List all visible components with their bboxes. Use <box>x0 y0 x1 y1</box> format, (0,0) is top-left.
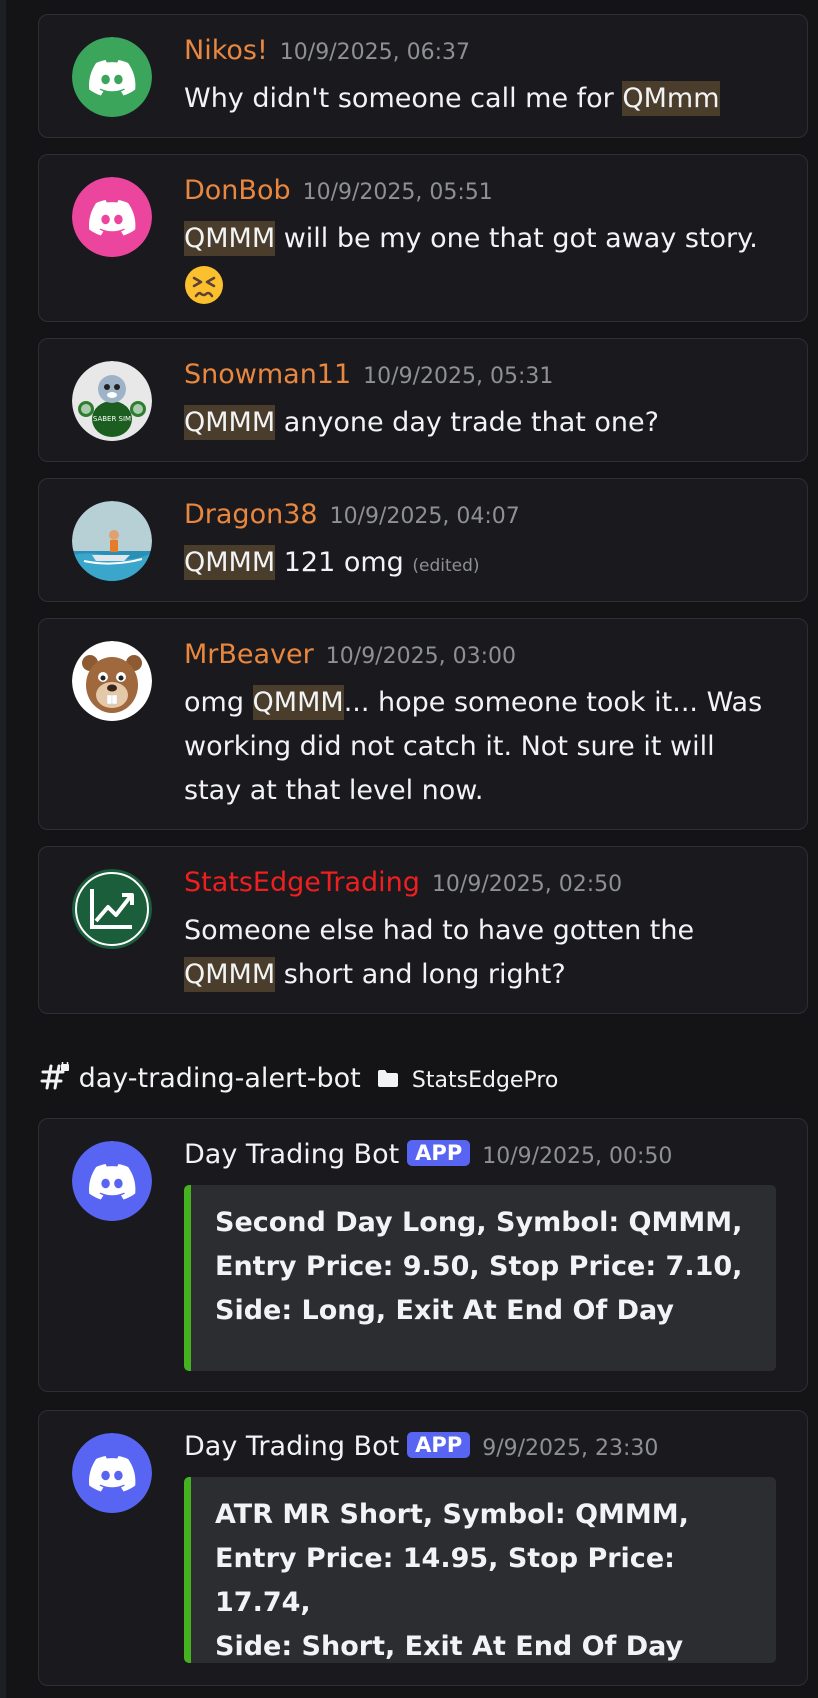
timestamp: 10/9/2025, 03:00 <box>325 644 516 669</box>
avatar[interactable]: SABER SIM <box>72 361 152 441</box>
beaver-avatar-icon <box>72 641 152 721</box>
mascot-avatar-icon: SABER SIM <box>72 361 152 441</box>
author-name[interactable]: Dragon38 <box>184 499 318 530</box>
message-text: Someone else had to have gotten the <box>184 915 695 946</box>
folder-icon <box>377 1065 399 1096</box>
message-text: short and long right? <box>275 959 566 990</box>
message-header: Dragon38 10/9/2025, 04:07 <box>184 499 520 530</box>
embed-line: Side: Short, Exit At End Of Day <box>215 1631 684 1662</box>
message-card[interactable]: Day Trading Bot APP 10/9/2025, 00:50 Secon… <box>38 1118 808 1392</box>
search-highlight: QMMM <box>184 405 276 440</box>
message-content: QMMM anyone day trade that one? <box>184 401 783 445</box>
discord-logo-icon <box>72 1141 152 1221</box>
message-text: 121 omg <box>275 547 413 578</box>
message-card[interactable]: DonBob 10/9/2025, 05:51 QMMM will be my o… <box>38 154 808 322</box>
avatar[interactable] <box>72 37 152 117</box>
message-header: StatsEdgeTrading 10/9/2025, 02:50 <box>184 867 622 898</box>
author-name[interactable]: Day Trading Bot <box>184 1139 399 1170</box>
message-header: Day Trading Bot APP 9/9/2025, 23:30 <box>184 1431 658 1462</box>
message-header: MrBeaver 10/9/2025, 03:00 <box>184 639 516 670</box>
timestamp: 9/9/2025, 23:30 <box>482 1436 659 1461</box>
message-text: ... hope someone took it... Was <box>343 687 763 718</box>
message-card[interactable]: MrBeaver 10/9/2025, 03:00 omg QMMM... hop… <box>38 618 808 830</box>
author-name[interactable]: Snowman11 <box>184 359 351 390</box>
app-badge: APP <box>407 1140 471 1166</box>
message-content: Someone else had to have gotten the QMMM … <box>184 909 783 997</box>
embed-line: Entry Price: 9.50, Stop Price: 7.10, <box>215 1251 743 1282</box>
search-highlight: QMMM <box>184 545 276 580</box>
message-header: DonBob 10/9/2025, 05:51 <box>184 175 493 206</box>
message-text: anyone day trade that one? <box>275 407 659 438</box>
jetski-avatar-icon <box>72 501 152 581</box>
message-text: omg <box>184 687 253 718</box>
timestamp: 10/9/2025, 02:50 <box>431 872 623 897</box>
discord-logo-icon <box>72 1433 152 1513</box>
trend-chart-icon <box>72 869 152 949</box>
message-header: Snowman11 10/9/2025, 05:31 <box>184 359 553 390</box>
channel-header[interactable]: day-trading-alert-bot StatsEdgePro <box>40 1059 558 1097</box>
embed-line: Entry Price: 14.95, Stop Price: 17.74, <box>215 1543 675 1618</box>
message-content: Why didn't someone call me for QMmm <box>184 77 783 121</box>
timestamp: 10/9/2025, 06:37 <box>279 40 470 65</box>
author-name[interactable]: Nikos! <box>184 35 268 66</box>
message-card[interactable]: StatsEdgeTrading 10/9/2025, 02:50 Someone… <box>38 846 808 1014</box>
author-name[interactable]: DonBob <box>184 175 291 206</box>
message-content: QMMM 121 omg (edited) <box>184 541 783 588</box>
timestamp: 10/9/2025, 05:51 <box>302 180 493 205</box>
search-highlight: QMMM <box>184 957 276 992</box>
avatar-text: SABER SIM <box>93 415 131 423</box>
author-name[interactable]: Day Trading Bot <box>184 1431 399 1462</box>
timestamp: 10/9/2025, 05:31 <box>363 364 554 389</box>
channel-name[interactable]: day-trading-alert-bot <box>79 1063 361 1094</box>
timestamp: 10/9/2025, 00:50 <box>482 1144 673 1169</box>
message-header: Day Trading Bot APP 10/9/2025, 00:50 <box>184 1139 672 1170</box>
message-content: omg QMMM... hope someone took it... Was w… <box>184 681 783 813</box>
avatar[interactable] <box>72 641 152 721</box>
search-highlight: QMMM <box>252 685 344 720</box>
avatar[interactable] <box>72 869 152 949</box>
message-card[interactable]: Day Trading Bot APP 9/9/2025, 23:30 ATR MR… <box>38 1410 808 1686</box>
emoji-persevering-face <box>184 265 224 305</box>
author-name[interactable]: MrBeaver <box>184 639 314 670</box>
message-text: Why didn't someone call me for <box>184 83 623 114</box>
discord-logo-icon <box>72 37 152 117</box>
timestamp: 10/9/2025, 04:07 <box>329 504 520 529</box>
message-card[interactable]: Nikos! 10/9/2025, 06:37 Why didn't someon… <box>38 14 808 138</box>
embed-line: Side: Long, Exit At End Of Day <box>215 1295 675 1326</box>
message-card[interactable]: Dragon38 10/9/2025, 04:07 QMMM 121 omg (e… <box>38 478 808 602</box>
channel-category[interactable]: StatsEdgePro <box>412 1068 558 1093</box>
message-content: QMMM will be my one that got away story. <box>184 217 783 305</box>
avatar[interactable] <box>72 1141 152 1221</box>
avatar[interactable] <box>72 1433 152 1513</box>
author-name[interactable]: StatsEdgeTrading <box>184 867 420 898</box>
message-text: working did not catch it. Not sure it wi… <box>184 731 715 762</box>
embed-line: Second Day Long, Symbol: QMMM, <box>215 1207 743 1238</box>
message-card[interactable]: SABER SIM Snowman11 10/9/2025, 05:31 QMMM… <box>38 338 808 462</box>
message-text: will be my one that got away story. <box>275 223 758 254</box>
message-header: Nikos! 10/9/2025, 06:37 <box>184 35 470 66</box>
left-edge-divider <box>0 0 6 1698</box>
message-search-results: Nikos! 10/9/2025, 06:37 Why didn't someon… <box>0 0 818 1698</box>
app-badge: APP <box>407 1432 471 1458</box>
avatar[interactable] <box>72 177 152 257</box>
embed: ATR MR Short, Symbol: QMMM, Entry Price:… <box>184 1477 776 1663</box>
embed: Second Day Long, Symbol: QMMM, Entry Pri… <box>184 1185 776 1371</box>
edited-label: (edited) <box>412 556 480 576</box>
lock-hash-icon <box>40 1059 70 1097</box>
discord-logo-icon <box>72 177 152 257</box>
search-highlight: QMmm <box>622 81 720 116</box>
search-highlight: QMMM <box>184 221 276 256</box>
embed-line: ATR MR Short, Symbol: QMMM, <box>215 1499 689 1530</box>
message-text: stay at that level now. <box>184 775 484 806</box>
avatar[interactable] <box>72 501 152 581</box>
